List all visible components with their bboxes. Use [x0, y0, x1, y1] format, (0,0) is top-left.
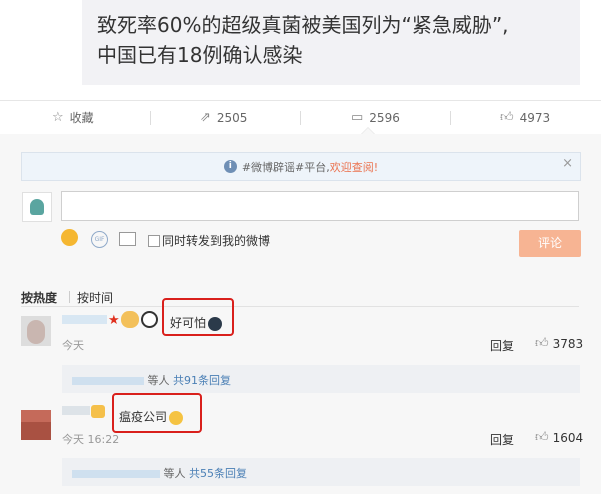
sub-replies[interactable]: 等人 共55条回复: [62, 458, 580, 486]
gif-icon[interactable]: GIF: [91, 231, 108, 248]
reply-button[interactable]: 回复: [490, 431, 514, 448]
sub-replies-count[interactable]: 共55条回复: [189, 467, 247, 480]
comment-like-count: 3783: [552, 336, 584, 351]
highlight-box: [162, 298, 234, 336]
divider: [300, 111, 301, 125]
notice-text: #微博辟谣#平台,: [241, 160, 330, 174]
repost-button[interactable]: ⇗ 2505: [200, 101, 247, 135]
active-tab-pointer-fill: [362, 128, 374, 134]
star-outline-icon: ☆: [52, 110, 64, 125]
sub-replies[interactable]: 等人 共91条回复: [62, 365, 580, 393]
article-title-line1: 致死率60%的超级真菌被美国列为“紧急威胁”,: [97, 13, 509, 37]
comment-button[interactable]: ▭ 2596: [351, 101, 400, 135]
hand-badge-icon: [91, 405, 105, 418]
divider: [21, 306, 579, 307]
highlight-box: [112, 393, 202, 433]
sub-replies-suffix: 等人: [147, 374, 170, 387]
blurred-usernames: [72, 470, 160, 478]
favorite-label: 收藏: [69, 111, 94, 125]
thumb-up-icon: 👍︎: [535, 430, 549, 445]
notice-link[interactable]: 欢迎查阅!: [330, 159, 378, 175]
repost-count: 2505: [216, 111, 248, 125]
avatar-block: [21, 422, 51, 440]
panda-badge-icon: [141, 311, 158, 328]
blurred-username[interactable]: [62, 406, 90, 415]
sort-by-time[interactable]: 按时间: [77, 289, 113, 306]
close-icon[interactable]: ×: [562, 156, 573, 171]
favorite-button[interactable]: ☆ 收藏: [52, 101, 94, 135]
info-icon: i: [223, 160, 237, 173]
blurred-usernames: [72, 377, 144, 385]
article-title[interactable]: 致死率60%的超级真菌被美国列为“紧急威胁”, 中国已有18例确认感染: [97, 10, 567, 70]
comment-like-button[interactable]: 👍︎ 1604: [535, 430, 583, 445]
submit-comment-button[interactable]: 评论: [519, 230, 581, 257]
share-arrow-icon: ⇗: [200, 110, 211, 125]
blurred-face: [27, 320, 45, 344]
sort-by-hot[interactable]: 按热度: [21, 289, 57, 306]
avatar[interactable]: [21, 410, 51, 440]
divider: [150, 111, 151, 125]
repost-checkbox[interactable]: [148, 235, 160, 247]
comment-like-count: 1604: [552, 430, 584, 445]
article-title-line2: 中国已有18例确认感染: [97, 43, 303, 67]
action-bar: ☆ 收藏 ⇗ 2505 ▭ 2596 👍︎ 4973: [0, 100, 601, 136]
image-icon[interactable]: [119, 232, 136, 246]
sub-replies-count[interactable]: 共91条回复: [173, 374, 231, 387]
divider: [450, 111, 451, 125]
my-avatar[interactable]: [22, 192, 52, 222]
comment-time: 今天: [62, 339, 84, 352]
pig-badge-icon: [121, 311, 139, 328]
comment-like-button[interactable]: 👍︎ 3783: [535, 336, 583, 351]
emoji-icon[interactable]: [61, 229, 78, 246]
blurred-username[interactable]: [62, 315, 107, 324]
sub-replies-summary: 等人 共91条回复: [72, 372, 231, 388]
like-button[interactable]: 👍︎ 4973: [500, 101, 550, 135]
repost-checkbox-label: 同时转发到我的微博: [162, 234, 271, 248]
thumb-up-icon: 👍︎: [535, 336, 549, 351]
thumb-up-icon: 👍︎: [500, 110, 514, 125]
comment-input[interactable]: [61, 191, 579, 221]
notice-bar: i #微博辟谣#平台, 欢迎查阅!: [21, 152, 581, 181]
comment-time: 今天 16:22: [62, 433, 120, 446]
reply-button[interactable]: 回复: [490, 337, 514, 354]
avatar-figure: [30, 199, 44, 215]
sub-replies-summary: 等人 共55条回复: [72, 465, 247, 481]
sub-replies-suffix: 等人: [163, 467, 186, 480]
sort-divider: [69, 291, 70, 303]
like-count: 4973: [519, 111, 551, 125]
star-badge-icon: ★: [108, 313, 120, 328]
avatar[interactable]: [21, 316, 51, 346]
